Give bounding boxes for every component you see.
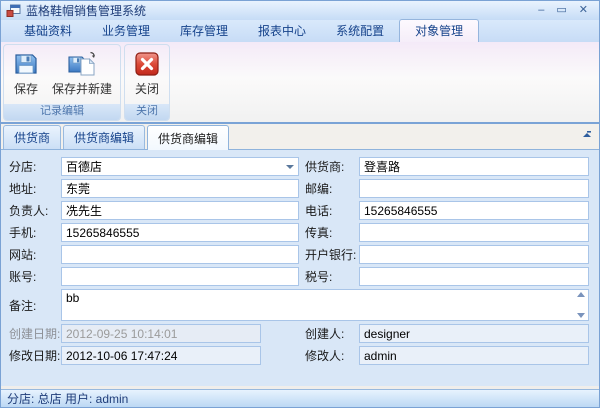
created-date-input [61,324,261,343]
close-window-button[interactable]: ✕ [579,5,588,16]
form-row-3: 负责人: 电话: [9,201,589,220]
manager-input[interactable] [61,201,299,220]
form-row-modified: 修改日期: 修改人: [9,346,589,365]
phone-label: 电话: [299,202,359,219]
ribbon-tab-system-config[interactable]: 系统配置 [321,19,399,42]
fax-input[interactable] [359,223,589,242]
close-button-label: 关闭 [135,80,159,97]
ribbon-tab-inventory[interactable]: 库存管理 [165,19,243,42]
mobile-input[interactable] [61,223,299,242]
maximize-button[interactable]: ▭ [556,5,566,16]
modified-by-input [359,346,589,365]
bank-input[interactable] [359,245,589,264]
save-and-new-button[interactable]: 保存并新建 [46,47,118,98]
address-input[interactable] [61,179,299,198]
ribbon-body: 保存 [1,42,599,124]
supplier-label: 供货商: [299,158,359,175]
postcode-label: 邮编: [299,180,359,197]
account-label: 账号: [9,268,61,285]
remark-label: 备注: [9,297,61,314]
save-icon [12,50,40,78]
website-label: 网站: [9,246,61,263]
created-by-label: 创建人: [299,325,359,342]
remark-text: bb [62,290,573,320]
record-edit-buttons: 保存 [4,45,120,104]
ribbon-tab-reports[interactable]: 报表中心 [243,19,321,42]
created-date-label: 创建日期: [9,325,61,342]
titlebar: 蓝格鞋帽销售管理系统 – ▭ ✕ [1,1,599,20]
created-by-input [359,324,589,343]
doc-tab-supplier-edit-1[interactable]: 供货商编辑 [63,125,145,149]
scroll-down-icon[interactable] [577,313,585,318]
close-group-buttons: 关闭 [125,45,169,104]
mobile-label: 手机: [9,224,61,241]
tax-input[interactable] [359,267,589,286]
save-button-label: 保存 [14,80,38,97]
scroll-up-icon[interactable] [577,292,585,297]
branch-select[interactable]: 百德店 [61,157,299,176]
collapse-panel-icon[interactable] [582,130,592,140]
fax-label: 传真: [299,224,359,241]
save-button[interactable]: 保存 [6,47,46,98]
form-row-6: 账号: 税号: [9,267,589,286]
app-window: 蓝格鞋帽销售管理系统 – ▭ ✕ 基础资料 业务管理 库存管理 报表中心 系统配… [0,0,600,408]
form-row-5: 网站: 开户银行: [9,245,589,264]
address-label: 地址: [9,180,61,197]
app-icon [6,4,21,18]
tax-label: 税号: [299,268,359,285]
save-new-icon [67,50,97,78]
website-input[interactable] [61,245,299,264]
doc-tab-supplier-list[interactable]: 供货商 [3,125,61,149]
form-row-created: 创建日期: 创建人: [9,324,589,343]
supplier-input[interactable] [359,157,589,176]
modified-date-label: 修改日期: [9,347,61,364]
ribbon-tab-object-management[interactable]: 对象管理 [399,19,479,42]
form-row-2: 地址: 邮编: [9,179,589,198]
group-caption-record-edit: 记录编辑 [4,104,120,120]
branch-select-value: 百德店 [66,158,286,175]
supplier-edit-form: 分店: 百德店 供货商: 地址: 邮编: 负责人: 电话: 手机: [1,149,599,386]
ribbon-tab-bar: 基础资料 业务管理 库存管理 报表中心 系统配置 对象管理 [1,20,599,42]
status-bar: 分店: 总店 用户: admin [1,389,599,407]
remark-textarea[interactable]: bb [61,289,589,321]
form-row-remark: 备注: bb [9,289,589,321]
close-icon [133,50,161,78]
branch-label: 分店: [9,158,61,175]
modified-date-input [61,346,261,365]
doc-tab-supplier-edit-2[interactable]: 供货商编辑 [147,125,229,150]
group-caption-close: 关闭 [125,104,169,120]
remark-scrollbar [573,290,588,320]
window-title: 蓝格鞋帽销售管理系统 [26,2,146,19]
ribbon-group-close: 关闭 关闭 [124,44,170,121]
postcode-input[interactable] [359,179,589,198]
ribbon-tab-basic-data[interactable]: 基础资料 [9,19,87,42]
window-controls: – ▭ ✕ [538,5,594,16]
modified-by-label: 修改人: [299,347,359,364]
account-input[interactable] [61,267,299,286]
manager-label: 负责人: [9,202,61,219]
save-and-new-button-label: 保存并新建 [52,80,112,97]
ribbon-group-record-edit: 保存 [3,44,121,121]
bank-label: 开户银行: [299,246,359,263]
minimize-button[interactable]: – [538,5,544,16]
close-button[interactable]: 关闭 [127,47,167,98]
phone-input[interactable] [359,201,589,220]
status-text: 分店: 总店 用户: admin [7,390,128,407]
form-row-1: 分店: 百德店 供货商: [9,157,589,176]
document-tab-strip: 供货商 供货商编辑 供货商编辑 [1,124,599,149]
chevron-down-icon[interactable] [286,165,294,169]
form-row-4: 手机: 传真: [9,223,589,242]
ribbon-tab-business[interactable]: 业务管理 [87,19,165,42]
